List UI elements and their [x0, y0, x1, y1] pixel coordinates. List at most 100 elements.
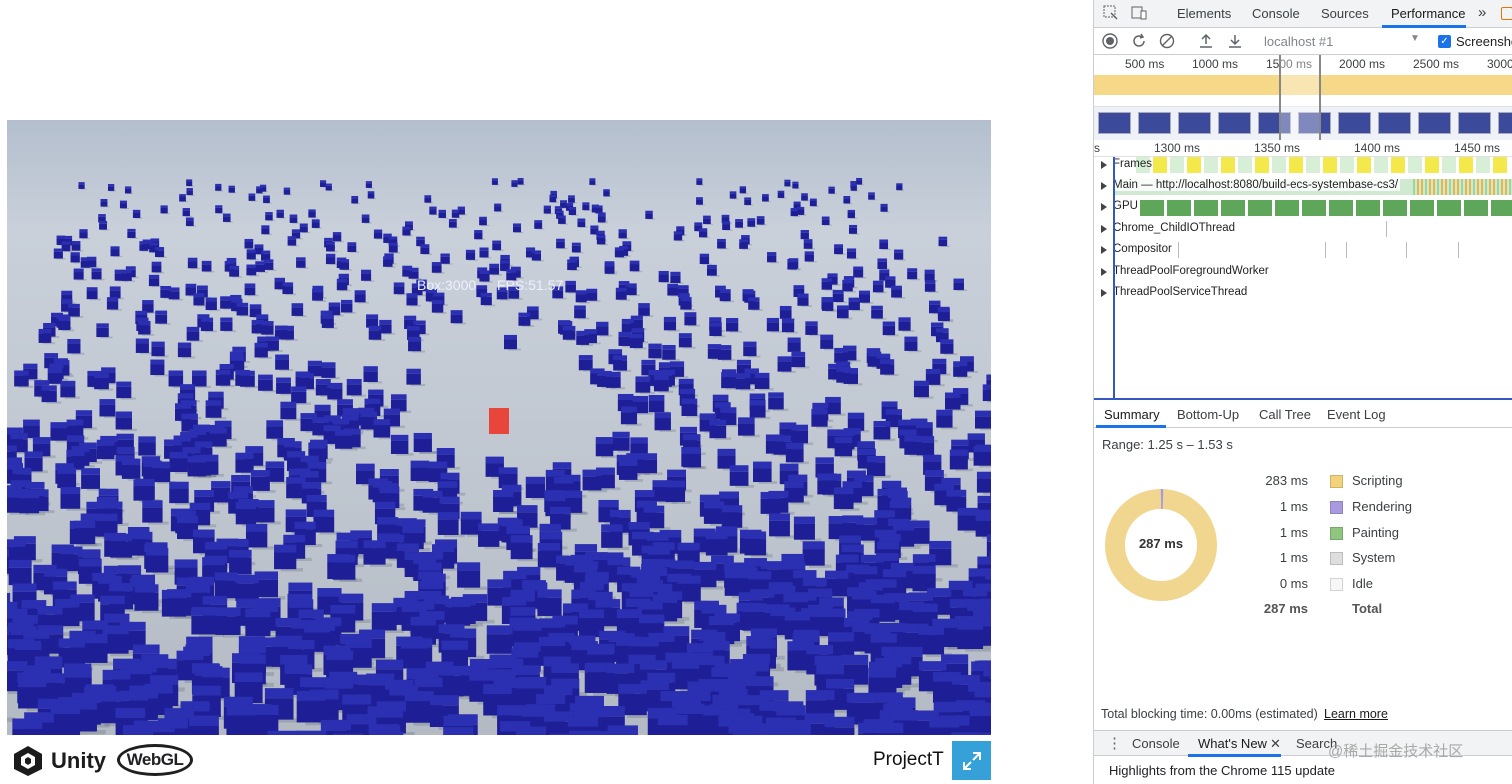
tab-bottom-up[interactable]: Bottom-Up	[1177, 407, 1239, 422]
frame-block[interactable]	[1153, 157, 1167, 173]
main-task-block[interactable]	[1477, 179, 1479, 195]
tab-sources[interactable]: Sources	[1321, 6, 1369, 21]
gpu-task-block[interactable]	[1221, 200, 1245, 216]
drawer-tab-console[interactable]: Console	[1132, 736, 1180, 751]
frame-block[interactable]	[1493, 157, 1507, 173]
warning-icon[interactable]	[1501, 7, 1512, 20]
frame-block[interactable]	[1187, 157, 1201, 173]
tab-call-tree[interactable]: Call Tree	[1259, 407, 1311, 422]
gpu-task-block[interactable]	[1491, 200, 1512, 216]
frame-block[interactable]	[1306, 157, 1320, 173]
gpu-task-block[interactable]	[1140, 200, 1164, 216]
gpu-task-block[interactable]	[1194, 200, 1218, 216]
frame-block[interactable]	[1476, 157, 1490, 173]
frame-block[interactable]	[1459, 157, 1473, 173]
main-task-block[interactable]	[1485, 179, 1487, 195]
track-compositor[interactable]: Compositor	[1094, 240, 1512, 261]
track-main[interactable]: Main — http://localhost:8080/build-ecs-s…	[1094, 176, 1512, 197]
main-task-block[interactable]	[1421, 179, 1423, 195]
expand-triangle-icon[interactable]	[1101, 203, 1107, 211]
record-icon[interactable]	[1102, 33, 1118, 49]
track-gpu[interactable]: GPU	[1094, 197, 1512, 218]
main-task-block[interactable]	[1489, 179, 1491, 195]
track-childio[interactable]: Chrome_ChildIOThread	[1094, 219, 1512, 240]
gpu-task-block[interactable]	[1302, 200, 1326, 216]
drawer-tab-whats-new[interactable]: What's New	[1198, 736, 1267, 751]
frame-block[interactable]	[1238, 157, 1252, 173]
expand-triangle-icon[interactable]	[1101, 225, 1107, 233]
tab-elements[interactable]: Elements	[1177, 6, 1231, 21]
screenshot-thumbnail[interactable]	[1178, 112, 1211, 134]
track-foreground-worker[interactable]: ThreadPoolForegroundWorker	[1094, 262, 1512, 283]
frame-block[interactable]	[1340, 157, 1354, 173]
frame-block[interactable]	[1255, 157, 1269, 173]
frame-block[interactable]	[1204, 157, 1218, 173]
gpu-task-block[interactable]	[1167, 200, 1191, 216]
main-task-block[interactable]	[1413, 179, 1415, 195]
screenshot-thumbnail[interactable]	[1498, 112, 1512, 134]
reload-record-icon[interactable]	[1131, 33, 1147, 49]
expand-triangle-icon[interactable]	[1101, 246, 1107, 254]
gpu-task-block[interactable]	[1410, 200, 1434, 216]
main-task-block[interactable]	[1445, 179, 1447, 195]
tab-summary[interactable]: Summary	[1104, 407, 1160, 422]
gpu-task-block[interactable]	[1437, 200, 1461, 216]
main-task-block[interactable]	[1417, 179, 1419, 195]
inspect-icon[interactable]	[1103, 5, 1119, 21]
track-service-thread[interactable]: ThreadPoolServiceThread	[1094, 283, 1512, 304]
close-icon[interactable]: ✕	[1270, 736, 1281, 752]
main-task-block[interactable]	[1429, 179, 1431, 195]
gpu-task-block[interactable]	[1275, 200, 1299, 216]
track-frames[interactable]: Frames	[1094, 155, 1512, 176]
main-task-block[interactable]	[1501, 179, 1503, 195]
frame-block[interactable]	[1323, 157, 1337, 173]
learn-more-link[interactable]: Learn more	[1324, 707, 1388, 721]
screenshots-checkbox[interactable]: ✓	[1438, 35, 1451, 48]
screenshot-thumbnail[interactable]	[1138, 112, 1171, 134]
frame-block[interactable]	[1272, 157, 1286, 173]
expand-triangle-icon[interactable]	[1101, 289, 1107, 297]
flamechart-divider[interactable]	[1094, 398, 1512, 400]
main-task-block[interactable]	[1461, 179, 1463, 195]
clear-icon[interactable]	[1159, 33, 1175, 49]
device-toolbar-icon[interactable]	[1131, 5, 1147, 21]
frame-block[interactable]	[1357, 157, 1371, 173]
frame-block[interactable]	[1170, 157, 1184, 173]
unity-canvas[interactable]: Box:3000 FPS:51.57	[7, 120, 991, 735]
screenshot-thumbnail[interactable]	[1338, 112, 1371, 134]
frame-block[interactable]	[1289, 157, 1303, 173]
main-task-block[interactable]	[1453, 179, 1455, 195]
tab-performance[interactable]: Performance	[1391, 6, 1465, 21]
gpu-task-block[interactable]	[1383, 200, 1407, 216]
fullscreen-button[interactable]	[952, 741, 991, 780]
gpu-task-block[interactable]	[1248, 200, 1272, 216]
screenshot-thumbnail[interactable]	[1458, 112, 1491, 134]
main-task-block[interactable]	[1457, 179, 1459, 195]
main-task-block[interactable]	[1465, 179, 1467, 195]
screenshot-thumbnail[interactable]	[1218, 112, 1251, 134]
main-task-block[interactable]	[1497, 179, 1499, 195]
tab-event-log[interactable]: Event Log	[1327, 407, 1386, 422]
main-task-block[interactable]	[1469, 179, 1471, 195]
frame-block[interactable]	[1442, 157, 1456, 173]
download-icon[interactable]	[1227, 33, 1243, 49]
screenshot-thumbnail[interactable]	[1418, 112, 1451, 134]
tab-console[interactable]: Console	[1252, 6, 1300, 21]
selection-window[interactable]	[1279, 55, 1321, 140]
main-task-block[interactable]	[1493, 179, 1495, 195]
expand-triangle-icon[interactable]	[1101, 182, 1107, 190]
frame-block[interactable]	[1221, 157, 1235, 173]
main-task-block[interactable]	[1425, 179, 1427, 195]
main-task-block[interactable]	[1441, 179, 1443, 195]
main-task-block[interactable]	[1509, 179, 1511, 195]
gpu-task-block[interactable]	[1464, 200, 1488, 216]
more-tabs-icon[interactable]: »	[1478, 4, 1486, 21]
main-task-block[interactable]	[1473, 179, 1475, 195]
frame-block[interactable]	[1408, 157, 1422, 173]
expand-triangle-icon[interactable]	[1101, 268, 1107, 276]
main-task-block[interactable]	[1481, 179, 1483, 195]
frame-block[interactable]	[1425, 157, 1439, 173]
upload-icon[interactable]	[1198, 33, 1214, 49]
screenshot-thumbnail[interactable]	[1098, 112, 1131, 134]
frame-block[interactable]	[1391, 157, 1405, 173]
